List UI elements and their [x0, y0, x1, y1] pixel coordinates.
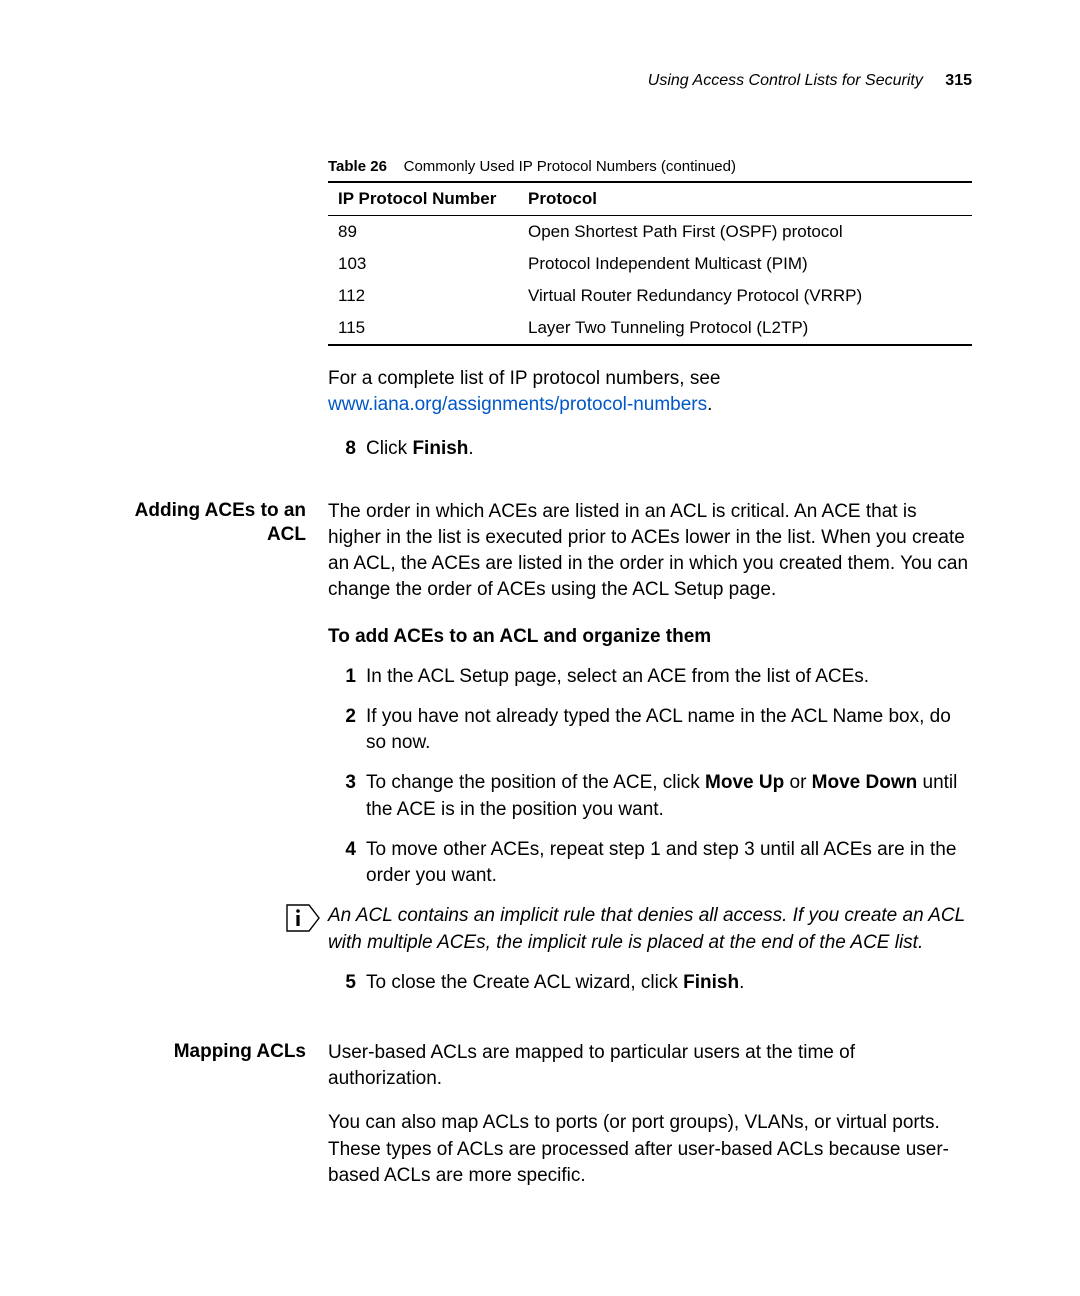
cell-proto: Layer Two Tunneling Protocol (L2TP)	[518, 312, 972, 345]
cell-num: 115	[328, 312, 518, 345]
step-body: To close the Create ACL wizard, click Fi…	[366, 970, 972, 996]
table-row: 112 Virtual Router Redundancy Protocol (…	[328, 280, 972, 312]
step-1: 1 In the ACL Setup page, select an ACE f…	[328, 664, 972, 690]
protocol-table: IP Protocol Number Protocol 89 Open Shor…	[328, 181, 972, 346]
step-body: To change the position of the ACE, click…	[366, 770, 972, 822]
step-number: 4	[328, 837, 356, 889]
iana-link[interactable]: www.iana.org/assignments/protocol-number…	[328, 394, 707, 415]
header-title: Using Access Control Lists for Security	[648, 72, 923, 89]
col-ip-number: IP Protocol Number	[328, 182, 518, 216]
running-header: Using Access Control Lists for Security …	[108, 72, 972, 90]
cell-num: 89	[328, 216, 518, 249]
table-caption: Table 26 Commonly Used IP Protocol Numbe…	[328, 158, 972, 175]
cell-num: 112	[328, 280, 518, 312]
col-protocol: Protocol	[518, 182, 972, 216]
step-number: 1	[328, 664, 356, 690]
page-number: 315	[945, 72, 972, 89]
step-body: If you have not already typed the ACL na…	[366, 704, 972, 756]
step-number: 8	[328, 436, 356, 462]
step-5: 5 To close the Create ACL wizard, click …	[328, 970, 972, 996]
table-row: 115 Layer Two Tunneling Protocol (L2TP)	[328, 312, 972, 345]
section-heading-mapping-acls: Mapping ACLs	[108, 1040, 328, 1207]
step-number: 2	[328, 704, 356, 756]
step-body: To move other ACEs, repeat step 1 and st…	[366, 837, 972, 889]
table-label: Table 26	[328, 158, 387, 175]
step-number: 3	[328, 770, 356, 822]
table-caption-text: Commonly Used IP Protocol Numbers (conti…	[404, 158, 736, 175]
intro-paragraph: The order in which ACEs are listed in an…	[328, 499, 972, 604]
cell-proto: Virtual Router Redundancy Protocol (VRRP…	[518, 280, 972, 312]
step-8: 8 Click Finish.	[328, 436, 972, 462]
step-3: 3 To change the position of the ACE, cli…	[328, 770, 972, 822]
subheading-add-aces: To add ACEs to an ACL and organize them	[328, 624, 972, 650]
pre-link-text: For a complete list of IP protocol numbe…	[328, 368, 721, 389]
cell-proto: Open Shortest Path First (OSPF) protocol	[518, 216, 972, 249]
post-link-text: .	[707, 394, 712, 415]
mapping-p2: You can also map ACLs to ports (or port …	[328, 1110, 972, 1189]
mapping-p1: User-based ACLs are mapped to particular…	[328, 1040, 972, 1092]
cell-proto: Protocol Independent Multicast (PIM)	[518, 248, 972, 280]
info-note: An ACL contains an implicit rule that de…	[328, 903, 972, 955]
cell-num: 103	[328, 248, 518, 280]
link-paragraph: For a complete list of IP protocol numbe…	[328, 366, 972, 418]
step-2: 2 If you have not already typed the ACL …	[328, 704, 972, 756]
table-row: 103 Protocol Independent Multicast (PIM)	[328, 248, 972, 280]
step-body: In the ACL Setup page, select an ACE fro…	[366, 664, 972, 690]
step-body: Click Finish.	[366, 436, 972, 462]
info-icon	[285, 903, 323, 933]
step-4: 4 To move other ACEs, repeat step 1 and …	[328, 837, 972, 889]
table-row: 89 Open Shortest Path First (OSPF) proto…	[328, 216, 972, 249]
step-number: 5	[328, 970, 356, 996]
table-header-row: IP Protocol Number Protocol	[328, 182, 972, 216]
note-text: An ACL contains an implicit rule that de…	[328, 903, 972, 955]
